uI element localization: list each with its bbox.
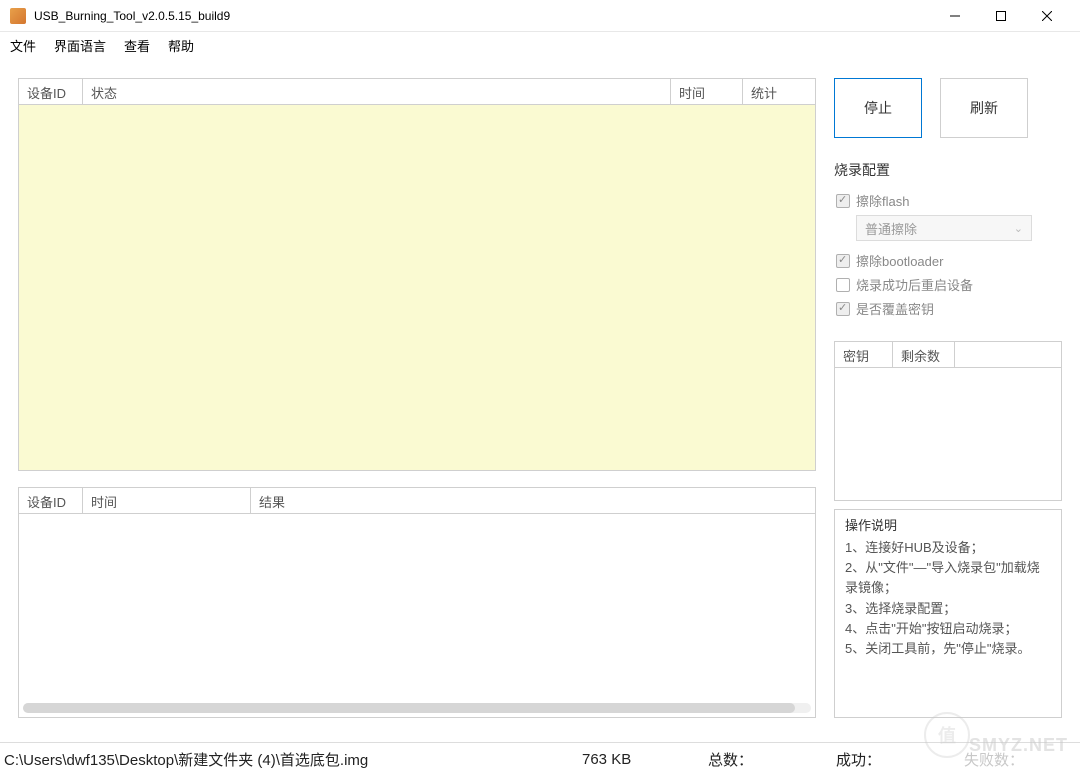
key-table-header: 密钥 剩余数 [835, 342, 1061, 368]
overwrite-key-label: 是否覆盖密钥 [856, 299, 934, 318]
status-success-label: 成功： [836, 749, 964, 770]
status-filepath: C:\Users\dwf135\Desktop\新建文件夹 (4)\首选底包.i… [0, 749, 562, 770]
instructions-title: 操作说明 [845, 516, 1051, 536]
minimize-button[interactable] [932, 0, 978, 32]
key-header-key[interactable]: 密钥 [835, 342, 893, 367]
erase-flash-checkbox[interactable] [836, 194, 850, 208]
result-header-result[interactable]: 结果 [251, 488, 815, 513]
status-total-label: 总数： [708, 749, 836, 770]
config-title: 烧录配置 [834, 160, 1062, 180]
window-title: USB_Burning_Tool_v2.0.5.15_build9 [34, 9, 932, 23]
app-icon [10, 8, 26, 24]
reboot-checkbox[interactable] [836, 278, 850, 292]
instruction-step-2: 2、从"文件"—"导入烧录包"加载烧录镜像； [845, 558, 1051, 598]
key-header-remaining[interactable]: 剩余数 [893, 342, 955, 367]
device-table-body [19, 105, 815, 470]
instruction-step-1: 1、连接好HUB及设备； [845, 538, 1051, 558]
device-table: 设备ID 状态 时间 统计 [18, 78, 816, 471]
key-header-rest [955, 342, 1061, 367]
menubar: 文件 界面语言 查看 帮助 [0, 32, 1080, 58]
chevron-down-icon: ⌄ [1014, 222, 1023, 235]
erase-mode-value: 普通擦除 [865, 219, 917, 238]
device-table-header: 设备ID 状态 时间 统计 [19, 79, 815, 105]
result-table: 设备ID 时间 结果 [18, 487, 816, 718]
instruction-step-3: 3、选择烧录配置； [845, 599, 1051, 619]
erase-mode-select[interactable]: 普通擦除 ⌄ [856, 215, 1032, 241]
horizontal-scrollbar[interactable] [23, 703, 811, 713]
erase-flash-label: 擦除flash [856, 191, 909, 210]
overwrite-key-checkbox[interactable] [836, 302, 850, 316]
stop-button[interactable]: 停止 [834, 78, 922, 138]
close-button[interactable] [1024, 0, 1070, 32]
result-header-time[interactable]: 时间 [83, 488, 251, 513]
device-header-status[interactable]: 状态 [83, 79, 671, 104]
config-overwrite-key-row: 是否覆盖密钥 [836, 299, 1062, 318]
left-column: 设备ID 状态 时间 统计 设备ID 时间 结果 [18, 78, 816, 718]
config-erase-flash-row: 擦除flash [836, 191, 1062, 210]
device-header-id[interactable]: 设备ID [19, 79, 83, 104]
result-table-header: 设备ID 时间 结果 [19, 488, 815, 514]
config-erase-bootloader-row: 擦除bootloader [836, 251, 1062, 270]
right-column: 停止 刷新 烧录配置 擦除flash 普通擦除 ⌄ 擦除bootloader 烧… [834, 78, 1062, 718]
main-area: 设备ID 状态 时间 统计 设备ID 时间 结果 停止 刷新 [0, 58, 1080, 718]
menu-view[interactable]: 查看 [124, 36, 150, 55]
menu-help[interactable]: 帮助 [168, 36, 194, 55]
result-header-id[interactable]: 设备ID [19, 488, 83, 513]
status-filesize: 763 KB [562, 751, 708, 768]
config-reboot-row: 烧录成功后重启设备 [836, 275, 1062, 294]
device-header-stats[interactable]: 统计 [743, 79, 815, 104]
menu-file[interactable]: 文件 [10, 36, 36, 55]
device-header-time[interactable]: 时间 [671, 79, 743, 104]
reboot-label: 烧录成功后重启设备 [856, 275, 973, 294]
erase-bootloader-label: 擦除bootloader [856, 251, 943, 270]
status-fail-label: 失败数： [964, 749, 1080, 770]
refresh-button[interactable]: 刷新 [940, 78, 1028, 138]
instructions-box: 操作说明 1、连接好HUB及设备； 2、从"文件"—"导入烧录包"加载烧录镜像；… [834, 509, 1062, 718]
result-table-body [19, 514, 815, 717]
instruction-step-5: 5、关闭工具前，先"停止"烧录。 [845, 639, 1051, 659]
instruction-step-4: 4、点击"开始"按钮启动烧录； [845, 619, 1051, 639]
statusbar: C:\Users\dwf135\Desktop\新建文件夹 (4)\首选底包.i… [0, 742, 1080, 776]
window-titlebar: USB_Burning_Tool_v2.0.5.15_build9 [0, 0, 1080, 32]
maximize-button[interactable] [978, 0, 1024, 32]
erase-bootloader-checkbox[interactable] [836, 254, 850, 268]
config-box: 擦除flash 普通擦除 ⌄ 擦除bootloader 烧录成功后重启设备 是否… [834, 186, 1062, 323]
action-button-row: 停止 刷新 [834, 78, 1062, 138]
key-table: 密钥 剩余数 [834, 341, 1062, 501]
scrollbar-thumb[interactable] [23, 703, 795, 713]
menu-ui-language[interactable]: 界面语言 [54, 36, 106, 55]
